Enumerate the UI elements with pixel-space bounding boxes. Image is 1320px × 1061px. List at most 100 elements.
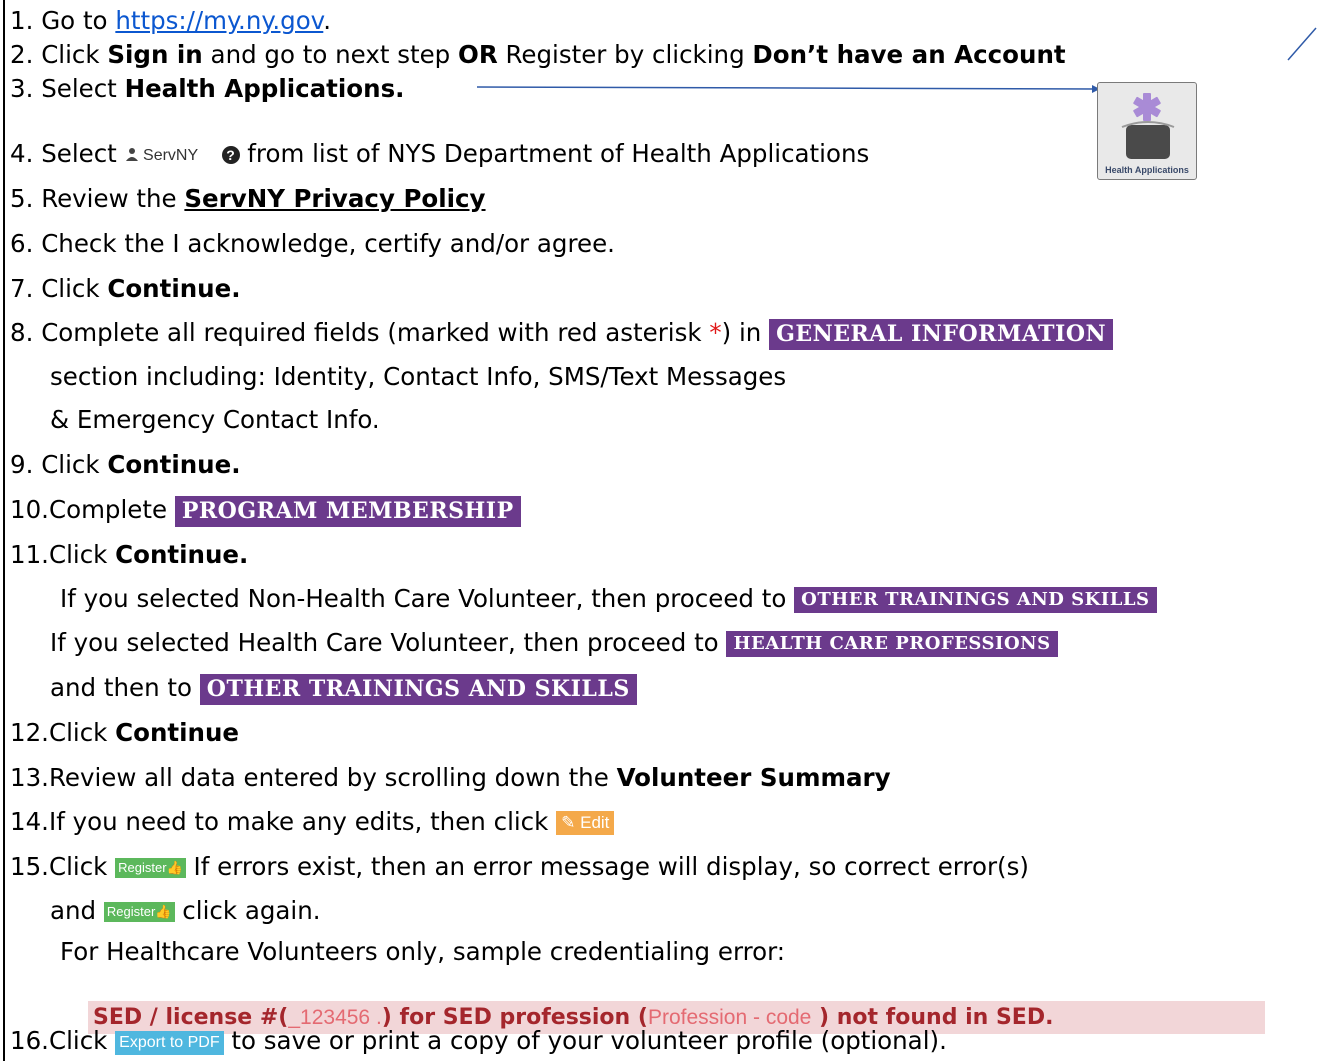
continue-label: Continue.	[115, 540, 249, 569]
health-applications-tile-label: Health Applications	[1105, 165, 1189, 175]
edit-icon: ✎	[561, 813, 576, 832]
step-text: Click	[41, 40, 108, 69]
step-text: If errors exist, then an error message w…	[185, 852, 1029, 881]
step-number: 3.	[10, 74, 34, 103]
thumbs-up-icon: 👍	[155, 904, 172, 919]
step-text: and	[50, 896, 104, 925]
step-number: 9.	[10, 450, 34, 479]
servny-app-link[interactable]: ServNY	[125, 139, 199, 172]
sign-in-label: Sign in	[107, 40, 203, 69]
step-number: 14.	[10, 807, 49, 836]
step-text: to save or print a copy of your voluntee…	[223, 1026, 947, 1055]
user-icon	[125, 148, 138, 161]
step-12: 12.Click Continue	[10, 716, 239, 749]
general-information-tag: GENERAL INFORMATION	[769, 318, 1114, 350]
continue-label: Continue.	[107, 450, 241, 479]
step-11-sub-1: If you selected Non-Health Care Voluntee…	[60, 582, 1157, 615]
other-trainings-tag: OTHER TRAININGS AND SKILLS	[199, 673, 637, 705]
step-text: .	[323, 6, 332, 35]
register-button[interactable]: Register👍	[115, 858, 186, 878]
step-8-cont-2: & Emergency Contact Info.	[50, 405, 380, 434]
thumbs-up-icon: 👍	[166, 860, 183, 875]
export-pdf-button[interactable]: Export to PDF	[115, 1031, 224, 1055]
step-13: 13.Review all data entered by scrolling …	[10, 761, 891, 794]
step-text: Click	[41, 450, 108, 479]
my-ny-gov-link[interactable]: https://my.ny.gov	[115, 6, 323, 35]
continue-label: Continue	[115, 718, 240, 747]
step-text: and then to	[50, 673, 200, 702]
step-11-sub-2: If you selected Health Care Volunteer, t…	[50, 626, 1058, 659]
step-7: 7. Click Continue.	[10, 272, 241, 305]
step-text: If you need to make any edits, then clic…	[48, 807, 557, 836]
step-2: 2. Click Sign in and go to next step OR …	[10, 38, 1066, 71]
step-15-sub: For Healthcare Volunteers only, sample c…	[60, 937, 786, 966]
step-number: 13.	[10, 763, 49, 792]
dont-have-account-label: Don’t have an Account	[752, 40, 1066, 69]
step-9: 9. Click Continue.	[10, 448, 241, 481]
step-text: and go to next step	[202, 40, 458, 69]
step-number: 15.	[10, 852, 49, 881]
step-number: 7.	[10, 274, 34, 303]
step-text: Click	[48, 718, 116, 747]
step-number: 2.	[10, 40, 34, 69]
step-8: 8. Complete all required fields (marked …	[10, 316, 1114, 350]
servny-label: ServNY	[143, 147, 199, 164]
step-number: 5.	[10, 184, 34, 213]
step-1: 1. Go to https://my.ny.gov.	[10, 4, 331, 37]
step-3: 3. Select Health Applications.	[10, 72, 404, 105]
step-number: 11.	[10, 540, 49, 569]
step-text: Click	[48, 540, 116, 569]
step-5: 5. Review the ServNY Privacy Policy	[10, 182, 486, 215]
step-4: 4. Select ServNY ? from list of NYS Depa…	[10, 137, 869, 170]
health-care-professions-tag: HEALTH CARE PROFESSIONS	[726, 631, 1058, 657]
edit-button-label: Edit	[580, 813, 610, 832]
step-text: Click	[48, 1026, 116, 1055]
register-button[interactable]: Register👍	[103, 902, 175, 922]
step-text: Select	[41, 74, 125, 103]
step-text: If you selected Health Care Volunteer, t…	[50, 628, 727, 657]
step-11-sub-3: and then to OTHER TRAININGS AND SKILLS	[50, 671, 637, 705]
or-label: OR	[458, 40, 498, 69]
step-text: click again.	[174, 896, 321, 925]
step-number: 16.	[10, 1026, 49, 1055]
step-text: Click	[41, 274, 108, 303]
required-asterisk: *	[709, 318, 722, 347]
edit-button[interactable]: ✎ Edit	[556, 811, 615, 835]
step-text: Complete	[48, 495, 175, 524]
health-applications-tile[interactable]: Health Applications	[1097, 82, 1197, 180]
program-membership-tag: PROGRAM MEMBERSHIP	[174, 495, 521, 527]
other-trainings-tag: OTHER TRAININGS AND SKILLS	[794, 587, 1157, 613]
help-icon[interactable]: ?	[221, 146, 240, 164]
step-text: ) in	[721, 318, 770, 347]
star-of-life-icon	[1121, 93, 1175, 159]
continue-label: Continue.	[107, 274, 241, 303]
step-number: 8.	[10, 318, 34, 347]
step-number: 10.	[10, 495, 49, 524]
step-11: 11.Click Continue.	[10, 538, 248, 571]
step-number: 6.	[10, 229, 34, 258]
step-10: 10.Complete PROGRAM MEMBERSHIP	[10, 493, 521, 527]
step-number: 12.	[10, 718, 49, 747]
step-16: 16.Click Export to PDF to save or print …	[10, 1024, 947, 1057]
privacy-policy-link[interactable]: ServNY Privacy Policy	[184, 184, 485, 213]
step-text: Review the	[41, 184, 185, 213]
step-text: Click	[48, 852, 116, 881]
register-button-label: Register	[118, 860, 167, 875]
health-applications-label: Health Applications.	[124, 74, 405, 103]
step-8-cont-1: section including: Identity, Contact Inf…	[50, 362, 787, 391]
step-text: Register by clicking	[497, 40, 753, 69]
step-number: 1.	[10, 6, 34, 35]
step-text: Check the I acknowledge, certify and/or …	[41, 229, 615, 258]
step-15-cont: and Register👍 click again.	[50, 894, 321, 927]
step-text: Select	[41, 139, 125, 168]
step-15: 15.Click Register👍 If errors exist, then…	[10, 850, 1029, 883]
step-text: Complete all required fields (marked wit…	[41, 318, 710, 347]
step-text: If you selected Non-Health Care Voluntee…	[60, 584, 795, 613]
step-text: from list of NYS Department of Health Ap…	[239, 139, 870, 168]
step-number: 4.	[10, 139, 34, 168]
step-text: Review all data entered by scrolling dow…	[48, 763, 617, 792]
step-6: 6. Check the I acknowledge, certify and/…	[10, 227, 615, 260]
step-14: 14.If you need to make any edits, then c…	[10, 805, 615, 838]
step-text: Go to	[41, 6, 116, 35]
register-button-label: Register	[106, 904, 156, 919]
